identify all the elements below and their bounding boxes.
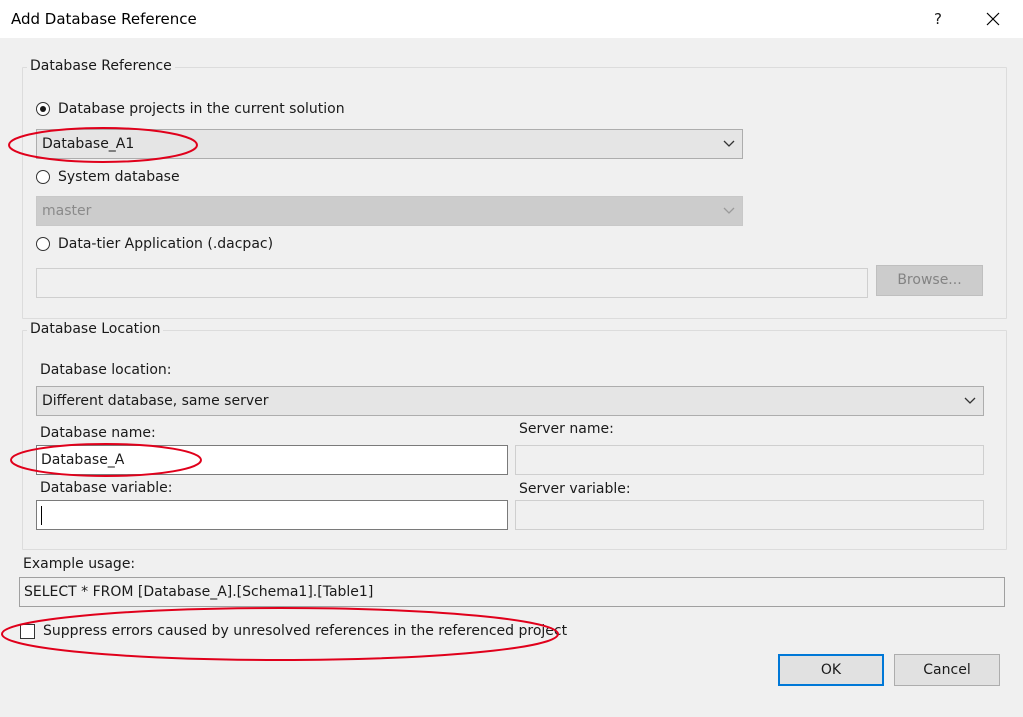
example-usage-box: SELECT * FROM [Database_A].[Schema1].[Ta…: [19, 577, 1005, 607]
chevron-down-icon: [723, 207, 735, 214]
suppress-errors-label: Suppress errors caused by unresolved ref…: [43, 623, 568, 639]
help-button[interactable]: ?: [925, 5, 951, 33]
database-variable-input[interactable]: [36, 500, 508, 530]
database-location-label: Database location:: [40, 362, 172, 378]
database-variable-label: Database variable:: [40, 480, 173, 496]
chevron-down-icon: [723, 140, 735, 147]
close-icon: [986, 12, 1000, 26]
radio-system-label: System database: [58, 169, 180, 185]
title-bar: Add Database Reference ?: [0, 0, 1023, 38]
example-usage-value: SELECT * FROM [Database_A].[Schema1].[Ta…: [24, 584, 374, 600]
radio-projects[interactable]: Database projects in the current solutio…: [36, 101, 345, 117]
database-name-label: Database name:: [40, 425, 156, 441]
cancel-button[interactable]: Cancel: [894, 654, 1000, 686]
chevron-down-icon: [964, 397, 976, 404]
database-reference-legend: Database Reference: [27, 58, 175, 74]
project-select-value: Database_A1: [42, 136, 135, 152]
radio-dacpac[interactable]: Data-tier Application (.dacpac): [36, 236, 273, 252]
server-variable-input[interactable]: [515, 500, 984, 530]
radio-projects-label: Database projects in the current solutio…: [58, 101, 345, 117]
server-name-input[interactable]: [515, 445, 984, 475]
dacpac-path-input[interactable]: [36, 268, 868, 298]
server-variable-label: Server variable:: [519, 481, 631, 497]
database-location-value: Different database, same server: [42, 393, 269, 409]
project-select[interactable]: Database_A1: [36, 129, 743, 159]
text-cursor: [41, 506, 42, 525]
system-database-value: master: [42, 203, 92, 219]
radio-dacpac-indicator[interactable]: [36, 237, 50, 251]
database-location-legend: Database Location: [27, 321, 164, 337]
example-usage-label: Example usage:: [23, 556, 136, 572]
suppress-errors-checkbox[interactable]: [20, 624, 35, 639]
database-name-value: Database_A: [41, 452, 125, 468]
radio-dacpac-label: Data-tier Application (.dacpac): [58, 236, 274, 252]
radio-projects-indicator[interactable]: [36, 102, 50, 116]
database-name-input[interactable]: Database_A: [36, 445, 508, 475]
database-location-select[interactable]: Different database, same server: [36, 386, 984, 416]
close-button[interactable]: [980, 5, 1006, 33]
browse-button[interactable]: Browse...: [876, 265, 983, 296]
system-database-select[interactable]: master: [36, 196, 743, 226]
radio-system[interactable]: System database: [36, 169, 180, 185]
dialog-title: Add Database Reference: [11, 10, 197, 28]
server-name-label: Server name:: [519, 421, 614, 437]
ok-button[interactable]: OK: [778, 654, 884, 686]
radio-system-indicator[interactable]: [36, 170, 50, 184]
